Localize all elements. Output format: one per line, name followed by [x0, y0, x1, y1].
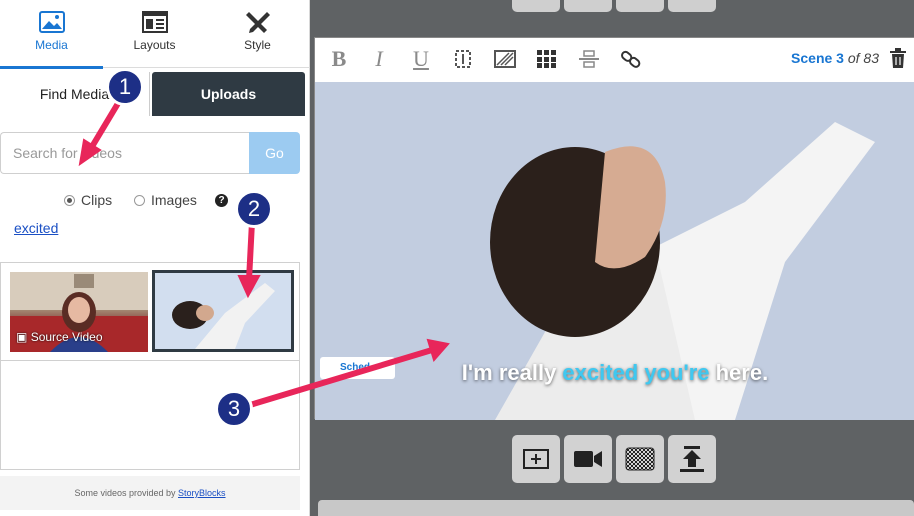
- nav-media-label: Media: [35, 38, 68, 52]
- radio-images[interactable]: Images: [134, 192, 197, 208]
- background-pattern-icon[interactable]: [491, 46, 519, 72]
- annotation-marker-1: 1: [106, 68, 144, 106]
- radio-images-label: Images: [151, 192, 197, 208]
- help-icon[interactable]: ?: [215, 194, 228, 207]
- top-toolbar-button[interactable]: [616, 0, 664, 12]
- underline-icon[interactable]: U: [407, 46, 435, 72]
- trash-icon[interactable]: [889, 48, 907, 68]
- radio-clips-label: Clips: [81, 192, 113, 208]
- result-thumbnail-source-video[interactable]: ▣ Source Video: [10, 272, 148, 352]
- add-scene-button[interactable]: [512, 435, 560, 483]
- bold-icon[interactable]: B: [325, 46, 353, 72]
- results-grid: ▣ Source Video: [0, 262, 300, 470]
- media-panel: Media Layouts Style Find Media Uploads S…: [0, 0, 310, 516]
- radio-clips[interactable]: Clips: [64, 192, 112, 208]
- results-divider: [1, 360, 299, 361]
- pattern-glyph: [494, 50, 516, 68]
- image-icon: [38, 11, 65, 33]
- annotation-marker-3: 3: [215, 390, 253, 428]
- align-glyph: [579, 50, 599, 68]
- video-camera-icon: ▣: [16, 330, 28, 344]
- radio-dot-images: [134, 195, 145, 206]
- text-frame-glyph: [455, 50, 471, 68]
- scene-counter: Scene 3 of 83: [791, 50, 879, 66]
- nav-style-label: Style: [244, 38, 271, 52]
- scene-strip[interactable]: [318, 500, 914, 516]
- go-button[interactable]: Go: [249, 132, 300, 174]
- tab-uploads[interactable]: Uploads: [152, 72, 305, 116]
- add-scene-icon: [523, 449, 549, 469]
- credit-text: Some videos provided by: [74, 488, 179, 498]
- checker-background-icon: [625, 447, 655, 471]
- grid-icon[interactable]: [533, 46, 561, 72]
- italic-icon[interactable]: I: [365, 46, 393, 72]
- app-root: Media Layouts Style Find Media Uploads S…: [0, 0, 914, 516]
- link-glyph: [621, 50, 641, 68]
- text-toolbar: B I U Scene 3 of 83: [315, 38, 914, 82]
- scene-total: of 83: [847, 50, 879, 66]
- video-button[interactable]: [564, 435, 612, 483]
- tag-link-excited[interactable]: excited: [14, 220, 58, 236]
- background-button[interactable]: [616, 435, 664, 483]
- scene-word: Scene: [791, 50, 833, 66]
- scene-actions: [512, 435, 716, 483]
- tools-icon: [245, 12, 270, 33]
- upload-icon: [680, 446, 704, 472]
- scene-editor: B I U Scene 3 of 83 Sched I'm really exc…: [314, 37, 914, 420]
- annotation-marker-2: 2: [235, 190, 273, 228]
- caption-part-1: I'm really: [461, 360, 563, 385]
- grid-glyph: [537, 50, 556, 68]
- storyblocks-link[interactable]: StoryBlocks: [178, 488, 226, 498]
- caption-highlight: excited you're: [562, 360, 710, 385]
- nav-media[interactable]: Media: [0, 0, 103, 69]
- video-preview[interactable]: Sched I'm really excited you're here.: [315, 82, 914, 420]
- caption-part-2: here.: [709, 360, 769, 385]
- nav-layouts[interactable]: Layouts: [103, 0, 206, 68]
- nav-layouts-label: Layouts: [133, 38, 176, 52]
- man-thumbnail-image: [155, 273, 291, 349]
- top-toolbar-button[interactable]: [512, 0, 560, 12]
- credit-footer: Some videos provided by StoryBlocks: [0, 476, 300, 510]
- video-caption[interactable]: I'm really excited you're here.: [315, 360, 914, 386]
- text-frame-icon[interactable]: [449, 46, 477, 72]
- top-nav: Media Layouts Style: [0, 0, 310, 69]
- link-icon[interactable]: [617, 46, 645, 72]
- top-toolbar-button[interactable]: [564, 0, 612, 12]
- top-toolbar-button[interactable]: [668, 0, 716, 12]
- search-input[interactable]: [0, 132, 250, 174]
- source-video-text: Source Video: [30, 330, 103, 344]
- source-video-label: ▣ Source Video: [16, 330, 103, 344]
- result-thumbnail-selected[interactable]: [152, 270, 294, 352]
- layout-icon: [141, 11, 168, 33]
- video-camera-icon: [574, 451, 602, 467]
- media-tabs: Find Media Uploads: [0, 72, 306, 116]
- scene-number: 3: [836, 50, 844, 66]
- upload-scene-button[interactable]: [668, 435, 716, 483]
- nav-style[interactable]: Style: [206, 0, 309, 68]
- radio-dot-clips: [64, 195, 75, 206]
- align-middle-icon[interactable]: [575, 46, 603, 72]
